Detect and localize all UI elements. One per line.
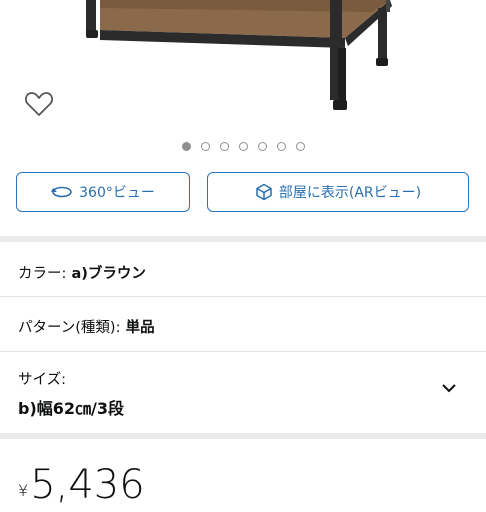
section-separator: [0, 236, 486, 242]
carousel-dot[interactable]: [200, 142, 210, 151]
color-label: カラー:: [18, 266, 67, 282]
carousel-dot[interactable]: [295, 142, 305, 151]
rotate-360-icon: [51, 186, 72, 198]
view-360-button[interactable]: 360°ビュー: [16, 172, 190, 212]
product-price: ¥5,436: [18, 462, 145, 508]
pattern-label: パターン(種類):: [18, 320, 121, 336]
pattern-value: 単品: [125, 320, 155, 336]
carousel-indicator: [0, 142, 486, 151]
section-separator: [0, 433, 486, 439]
carousel-dot[interactable]: [238, 142, 248, 151]
ar-view-button[interactable]: 部屋に表示(ARビュー): [207, 172, 469, 212]
option-pattern[interactable]: パターン(種類): 単品: [0, 316, 486, 337]
color-value: a)ブラウン: [71, 266, 146, 282]
ar-cube-icon: [256, 183, 272, 201]
ar-view-label: 部屋に表示(ARビュー): [278, 185, 422, 201]
option-size[interactable]: サイズ: b)幅62㎝/3段: [0, 368, 486, 419]
size-label: サイズ:: [18, 372, 66, 388]
currency-symbol: ¥: [18, 481, 29, 500]
product-image[interactable]: [0, 0, 486, 130]
option-color[interactable]: カラー: a)ブラウン: [0, 262, 486, 283]
carousel-dot[interactable]: [181, 142, 191, 151]
size-value: b)幅62㎝/3段: [18, 399, 125, 418]
carousel-dot[interactable]: [257, 142, 267, 151]
row-divider: [0, 351, 486, 352]
shelf-illustration: [86, 0, 392, 110]
price-amount: 5,436: [30, 462, 145, 508]
carousel-dot[interactable]: [276, 142, 286, 151]
view-360-label: 360°ビュー: [79, 185, 155, 201]
heart-icon[interactable]: [24, 90, 54, 118]
carousel-dot[interactable]: [219, 142, 229, 151]
chevron-down-icon[interactable]: [440, 382, 458, 394]
row-divider: [0, 296, 486, 297]
